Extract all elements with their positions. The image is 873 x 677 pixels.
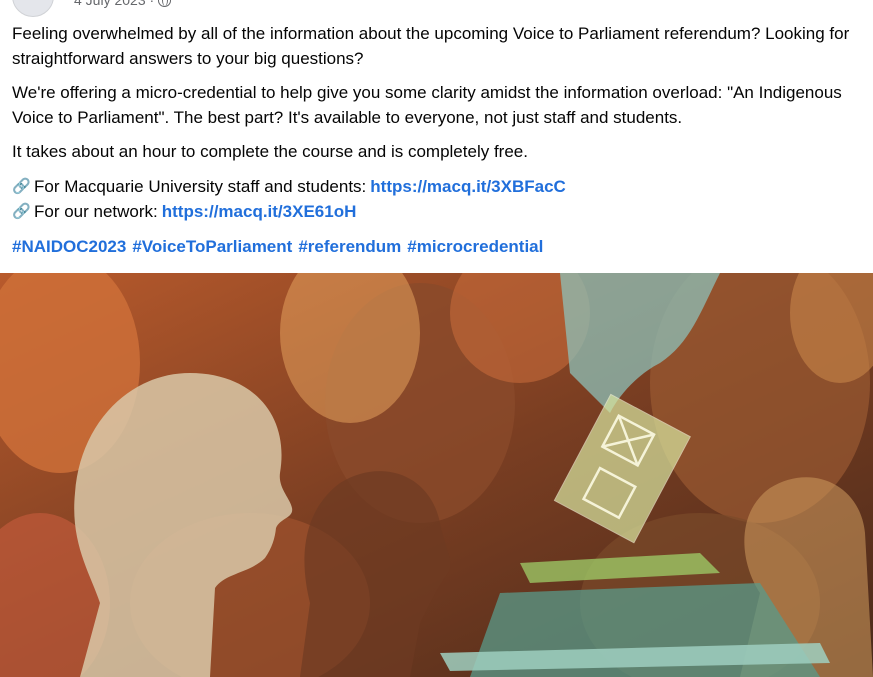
post-paragraph-1: Feeling overwhelmed by all of the inform… <box>12 24 850 68</box>
hashtag-naidoc2023[interactable]: #NAIDOC2023 <box>12 235 126 260</box>
hashtag-microcredential[interactable]: #microcredential <box>407 235 543 260</box>
post-paragraph-2: We're offering a micro-credential to hel… <box>12 83 842 127</box>
facebook-post: 4 July 2023 · Feeling overwhelmed by all… <box>0 0 873 677</box>
post-body: Feeling overwhelmed by all of the inform… <box>12 22 862 259</box>
link-label-staff: For Macquarie University staff and stude… <box>34 176 367 196</box>
hashtag-voicetoparliament[interactable]: #VoiceToParliament <box>132 235 292 260</box>
globe-icon <box>158 0 172 7</box>
link-label-network: For our network: <box>34 201 158 221</box>
link-icon: 🔗 <box>12 177 31 195</box>
link-icon: 🔗 <box>12 202 31 220</box>
link-row-staff: 🔗 For Macquarie University staff and stu… <box>12 175 862 200</box>
post-paragraph-3: It takes about an hour to complete the c… <box>12 142 528 161</box>
link-staff[interactable]: https://macq.it/3XBFacC <box>370 175 566 200</box>
link-network[interactable]: https://macq.it/3XE61oH <box>162 200 357 225</box>
post-image[interactable] <box>0 273 873 677</box>
post-header: 4 July 2023 · <box>12 0 172 17</box>
post-meta: 4 July 2023 · <box>74 0 172 8</box>
hashtag-referendum[interactable]: #referendum <box>298 235 401 260</box>
link-row-network: 🔗 For our network: https://macq.it/3XE61… <box>12 200 862 225</box>
illustration-silhouettes <box>0 273 873 677</box>
post-date[interactable]: 4 July 2023 · <box>74 0 154 8</box>
hashtags: #NAIDOC2023 #VoiceToParliament #referend… <box>12 235 862 260</box>
avatar[interactable] <box>12 0 54 17</box>
